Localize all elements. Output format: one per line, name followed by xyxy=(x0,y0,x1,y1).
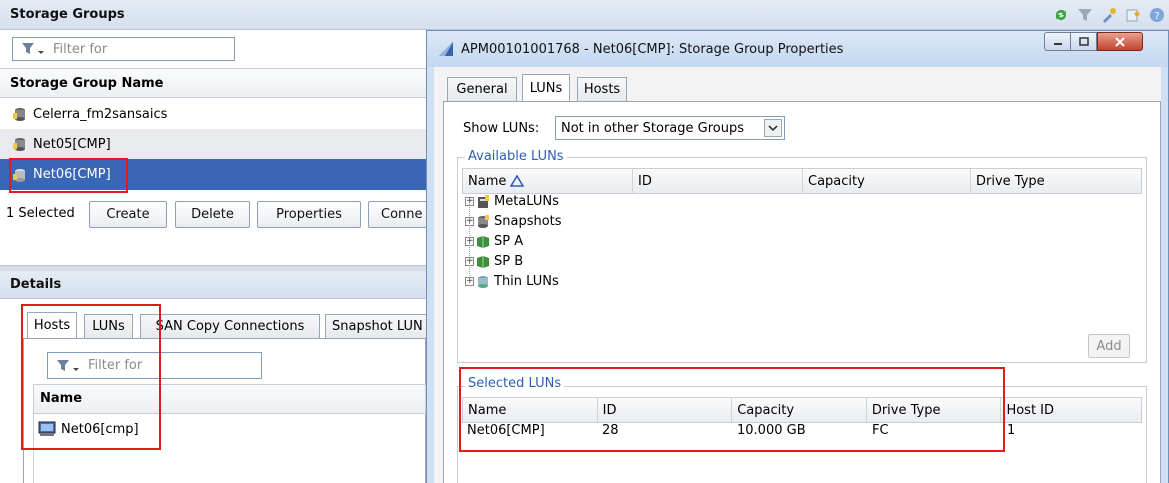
tree-label: SP B xyxy=(494,254,524,269)
storage-processor-icon xyxy=(477,255,489,268)
highlight-box xyxy=(21,304,161,450)
filter-icon[interactable] xyxy=(1077,7,1093,23)
select-value: Not in other Storage Groups xyxy=(561,120,745,136)
available-luns-header: Name ID Capacity Drive Type xyxy=(462,168,1142,194)
selected-count: 1 Selected xyxy=(6,206,75,221)
column-label: Storage Group Name xyxy=(10,76,164,91)
delete-button[interactable]: Delete xyxy=(175,201,250,228)
tools-icon[interactable] xyxy=(1101,7,1117,23)
tab-snapshot-luns[interactable]: Snapshot LUN xyxy=(325,314,435,338)
tree-item-thin-luns[interactable]: + Thin LUNs xyxy=(465,274,559,289)
show-luns-label: Show LUNs: xyxy=(463,121,540,136)
properties-button[interactable]: Properties xyxy=(257,201,361,228)
highlight-box xyxy=(459,367,1005,452)
dialog-title: APM00101001768 - Net06[CMP]: Storage Gro… xyxy=(461,41,844,57)
column-label: Drive Type xyxy=(976,173,1045,189)
group-name: Celerra_fm2sansaics xyxy=(33,106,168,122)
tree-item-sp-b[interactable]: + SP B xyxy=(465,254,523,269)
metalun-icon xyxy=(478,194,489,208)
minimize-icon xyxy=(1053,42,1062,45)
storage-group-column-header[interactable]: Storage Group Name xyxy=(0,68,426,98)
window-controls xyxy=(1044,32,1162,52)
highlight-box xyxy=(9,158,128,193)
tab-hosts[interactable]: Hosts xyxy=(577,77,627,101)
cell-host-id: 1 xyxy=(1007,423,1016,438)
thin-lun-icon xyxy=(478,275,488,288)
sort-ascending-icon xyxy=(510,175,525,187)
svg-text:?: ? xyxy=(1154,11,1159,22)
column-id[interactable]: ID xyxy=(633,169,803,193)
tree-label: Snapshots xyxy=(494,214,562,229)
add-button[interactable]: Add xyxy=(1088,334,1130,358)
column-label: Capacity xyxy=(808,173,865,189)
help-icon[interactable]: ? xyxy=(1149,7,1165,23)
storage-group-filter[interactable]: Filter for xyxy=(12,37,235,61)
refresh-icon[interactable] xyxy=(1053,7,1069,23)
list-item[interactable]: Celerra_fm2sansaics xyxy=(0,99,426,129)
group-name: Net05[CMP] xyxy=(33,136,111,152)
details-title: Details xyxy=(10,277,62,292)
maximize-button[interactable] xyxy=(1071,32,1097,51)
create-button[interactable]: Create xyxy=(89,201,167,228)
available-luns-legend: Available LUNs xyxy=(465,149,567,164)
tab-luns[interactable]: LUNs xyxy=(522,74,570,102)
storage-groups-header: Storage Groups xyxy=(0,0,1169,30)
column-label: ID xyxy=(638,173,652,189)
tree-item-metaluns[interactable]: + MetaLUNs xyxy=(465,194,559,209)
show-luns-select[interactable]: Not in other Storage Groups xyxy=(555,116,785,140)
tab-san-copy[interactable]: SAN Copy Connections xyxy=(140,314,320,338)
filter-placeholder: Filter for xyxy=(53,41,108,57)
column-name[interactable]: Name xyxy=(463,169,633,193)
tree-connector xyxy=(469,204,470,282)
column-label: Name xyxy=(468,173,507,189)
column-label: Host ID xyxy=(1006,402,1055,418)
filter-icon[interactable] xyxy=(21,42,47,56)
header-toolbar: ? xyxy=(1030,7,1165,25)
snapshot-icon xyxy=(478,214,489,228)
tab-general[interactable]: General xyxy=(447,77,517,101)
storage-processor-icon xyxy=(477,235,489,248)
tree-label: Thin LUNs xyxy=(494,274,559,289)
list-item[interactable]: Net05[CMP] xyxy=(0,129,426,159)
export-icon[interactable] xyxy=(1125,7,1141,23)
storage-group-icon xyxy=(13,108,25,121)
close-icon xyxy=(1115,36,1125,47)
tree-label: SP A xyxy=(494,234,524,249)
column-drive-type[interactable]: Drive Type xyxy=(971,169,1141,193)
maximize-icon xyxy=(1078,36,1089,46)
close-button[interactable] xyxy=(1097,32,1143,51)
app-icon xyxy=(439,42,453,56)
storage-group-icon xyxy=(13,138,25,151)
chevron-down-icon[interactable] xyxy=(764,119,782,137)
column-host-id[interactable]: Host ID xyxy=(1001,398,1141,422)
details-header: Details xyxy=(0,271,426,299)
tree-label: MetaLUNs xyxy=(494,194,559,209)
tree-item-snapshots[interactable]: + Snapshots xyxy=(465,214,562,229)
page-title: Storage Groups xyxy=(10,7,125,22)
minimize-button[interactable] xyxy=(1044,32,1071,51)
column-capacity[interactable]: Capacity xyxy=(803,169,971,193)
tree-item-sp-a[interactable]: + SP A xyxy=(465,234,523,249)
